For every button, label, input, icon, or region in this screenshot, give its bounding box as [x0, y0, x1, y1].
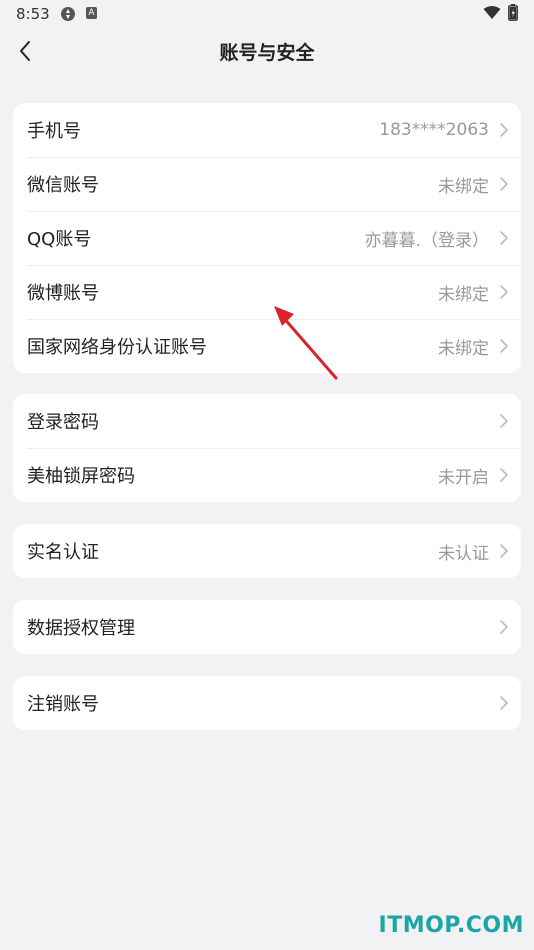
chevron-right-icon: [500, 285, 508, 299]
row-label: 美柚锁屏密码: [27, 466, 135, 487]
row-label: QQ账号: [27, 229, 92, 250]
row-cancel-account[interactable]: 注销账号: [13, 676, 521, 730]
annotation-arrow-icon: [274, 306, 338, 380]
battery-charging-icon: [508, 4, 518, 21]
row-label: 微博账号: [27, 283, 99, 304]
account-binding-card: 手机号 183****2063 微信账号 未绑定 QQ账号 亦暮暮.（登录） 微…: [13, 103, 521, 373]
chevron-right-icon: [500, 231, 508, 245]
nav-bar: 账号与安全: [0, 28, 534, 74]
wifi-icon: [483, 6, 501, 19]
real-name-card: 实名认证 未认证: [13, 524, 521, 578]
data-authorization-card: 数据授权管理: [13, 600, 521, 654]
status-time: 8:53: [16, 5, 50, 23]
row-wechat[interactable]: 微信账号 未绑定: [13, 157, 521, 211]
row-label: 微信账号: [27, 175, 99, 196]
settings-sync-icon: [61, 7, 75, 21]
chevron-right-icon: [500, 414, 508, 428]
row-value: 未绑定: [438, 338, 489, 359]
chevron-right-icon: [500, 544, 508, 558]
row-value: 未开启: [438, 467, 489, 488]
cancel-account-card: 注销账号: [13, 676, 521, 730]
row-real-name[interactable]: 实名认证 未认证: [13, 524, 521, 578]
row-label: 国家网络身份认证账号: [27, 337, 207, 358]
chevron-right-icon: [500, 123, 508, 137]
row-weibo[interactable]: 微博账号 未绑定: [13, 265, 521, 319]
watermark-logo: ITMOP.COM: [378, 913, 524, 938]
row-login-password[interactable]: 登录密码: [13, 394, 521, 448]
status-bar: 8:53 A: [0, 0, 534, 28]
row-label: 手机号: [27, 121, 81, 142]
row-value: 未认证: [438, 543, 489, 564]
page-title: 账号与安全: [219, 42, 315, 64]
row-value: 未绑定: [438, 284, 489, 305]
row-national-id[interactable]: 国家网络身份认证账号 未绑定: [13, 319, 521, 373]
row-label: 注销账号: [27, 694, 99, 715]
row-phone[interactable]: 手机号 183****2063: [13, 103, 521, 157]
row-value: 183****2063: [379, 120, 489, 140]
row-data-authorization[interactable]: 数据授权管理: [13, 600, 521, 654]
chevron-right-icon: [500, 696, 508, 710]
row-value: 亦暮暮.（登录）: [364, 230, 489, 251]
row-label: 登录密码: [27, 412, 99, 433]
password-card: 登录密码 美柚锁屏密码 未开启: [13, 394, 521, 502]
row-label: 数据授权管理: [27, 618, 135, 639]
chevron-right-icon: [500, 620, 508, 634]
row-lock-screen-password[interactable]: 美柚锁屏密码 未开启: [13, 448, 521, 502]
chevron-right-icon: [500, 339, 508, 353]
chevron-right-icon: [500, 468, 508, 482]
row-value: 未绑定: [438, 176, 489, 197]
a-badge-icon: A: [86, 7, 97, 19]
row-qq[interactable]: QQ账号 亦暮暮.（登录）: [13, 211, 521, 265]
chevron-right-icon: [500, 177, 508, 191]
row-label: 实名认证: [27, 542, 99, 563]
